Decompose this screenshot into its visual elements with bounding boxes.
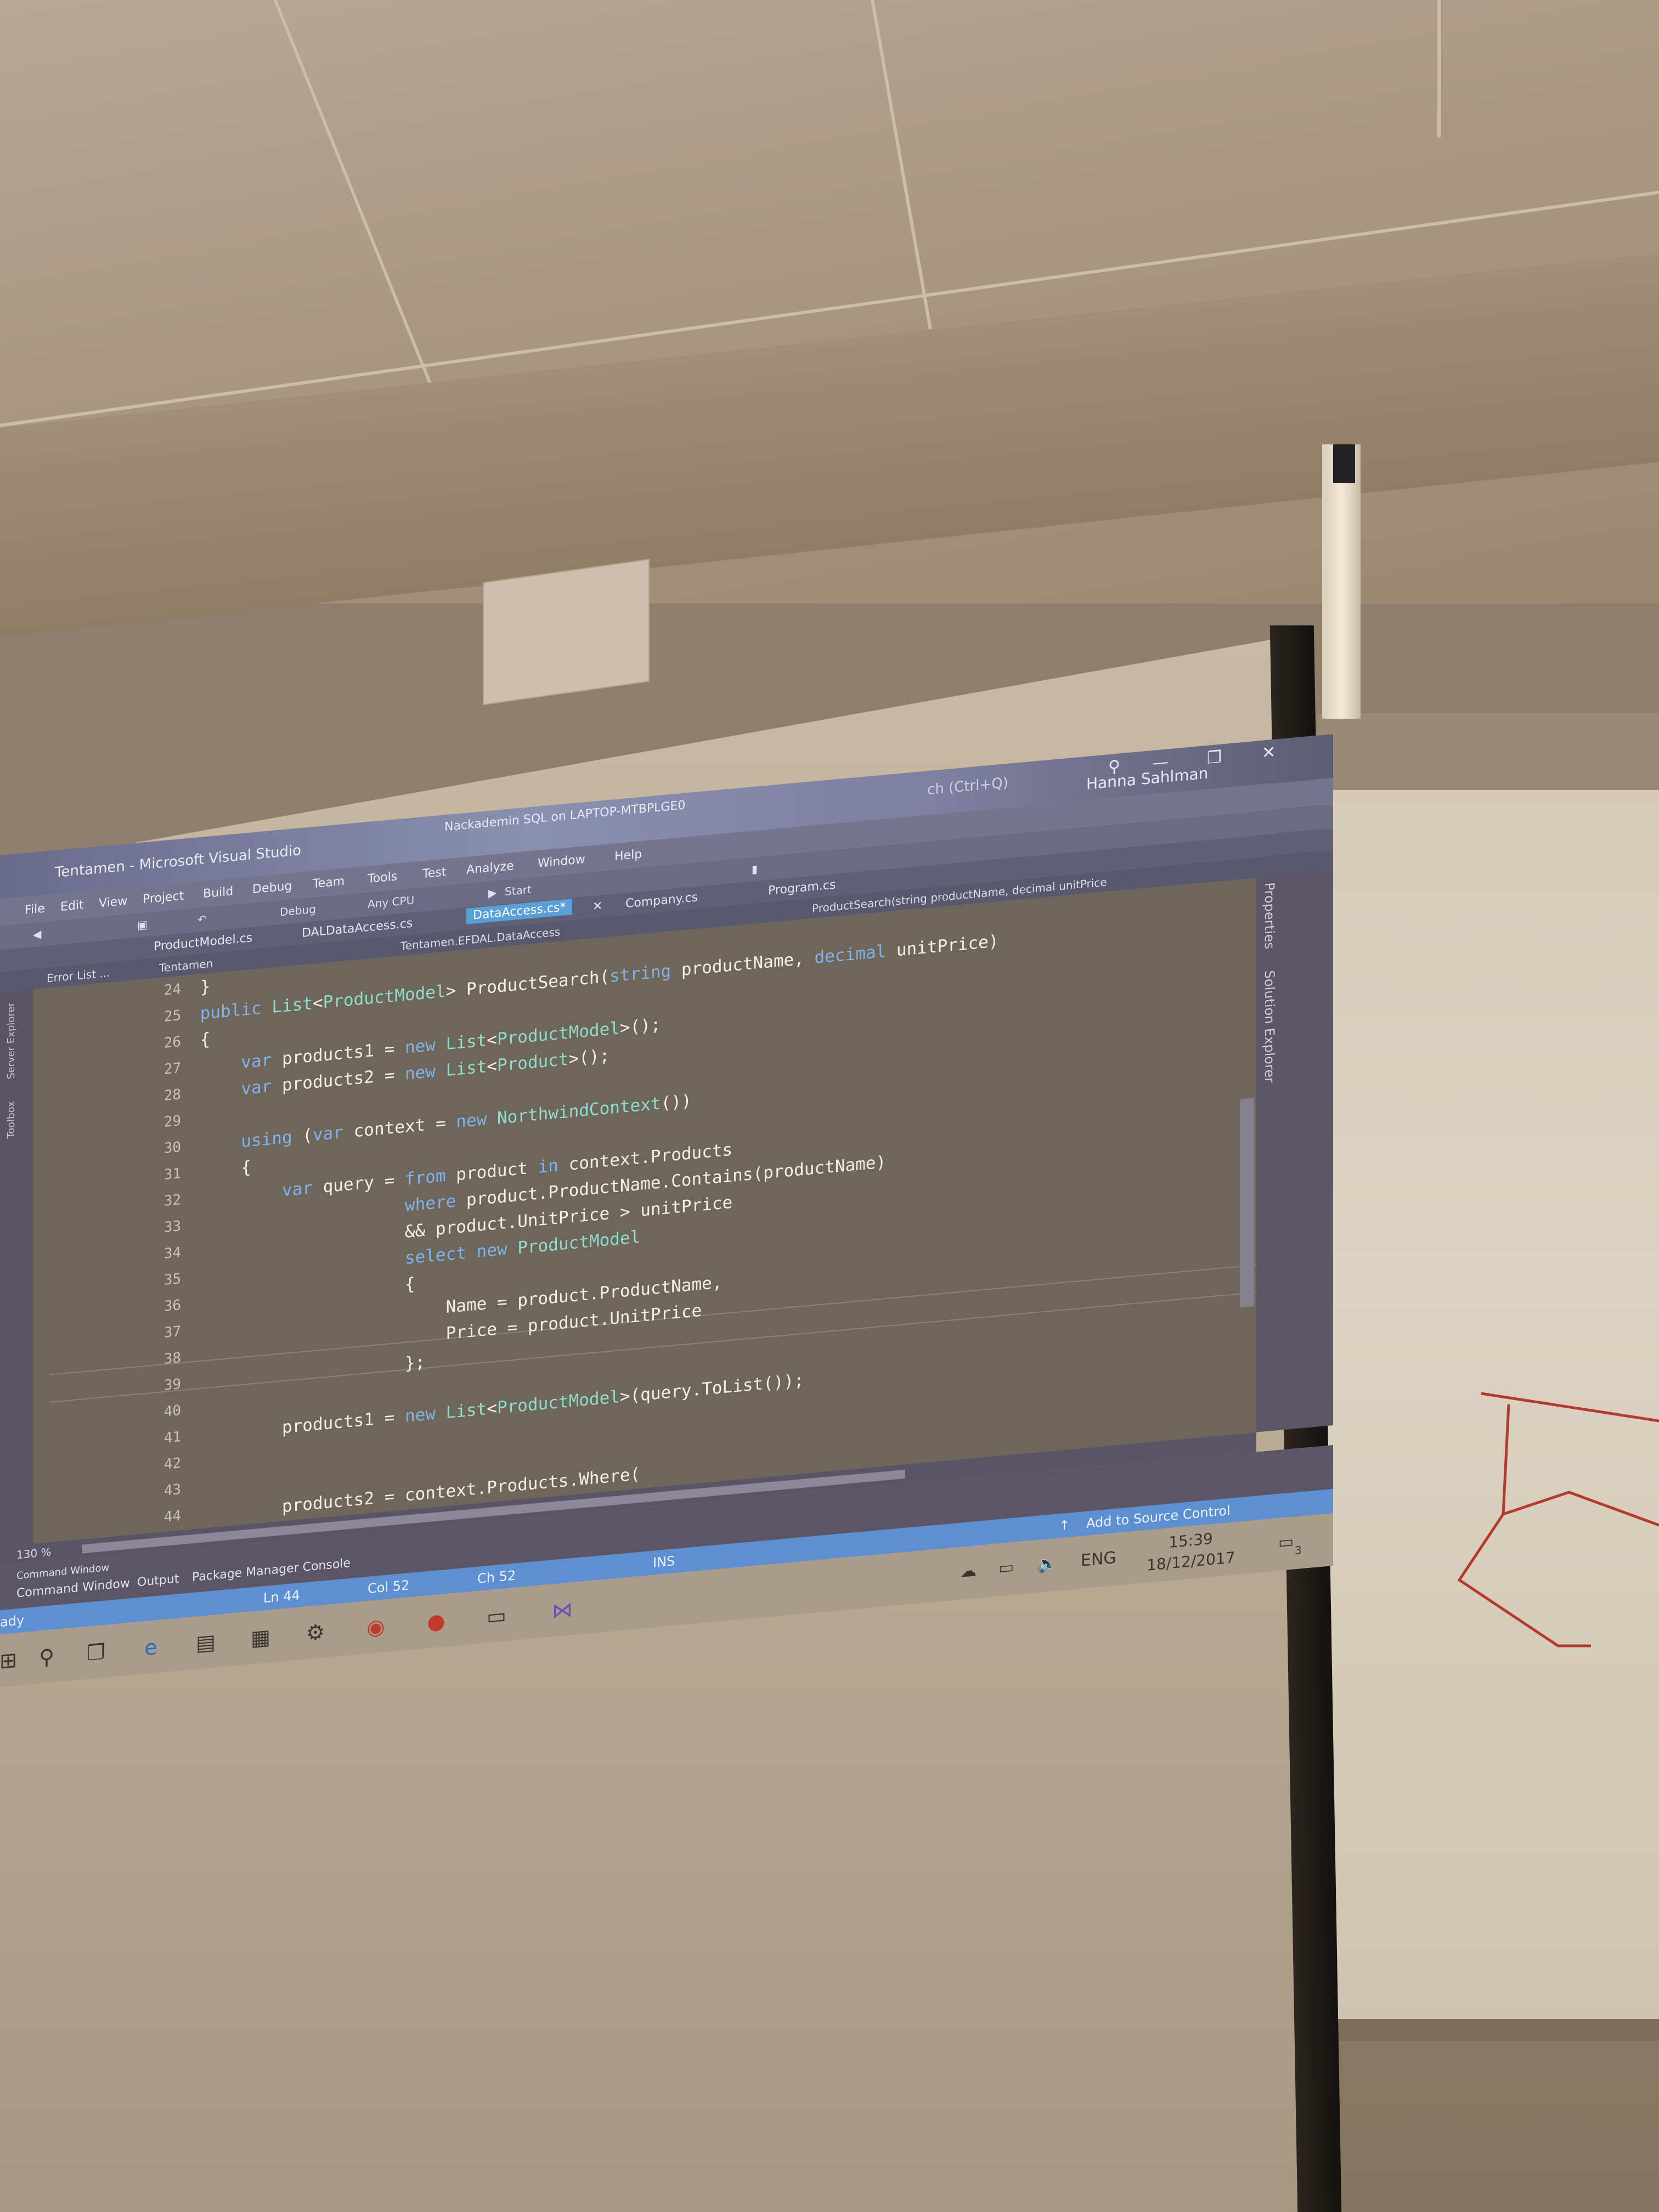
task-view-icon[interactable]: ❐ (82, 1638, 110, 1668)
status-col: Col 52 (368, 1577, 410, 1597)
properties-tab[interactable]: Properties (1262, 882, 1277, 950)
search-icon[interactable]: ⚲ (33, 1642, 60, 1672)
menu-build[interactable]: Build (203, 884, 233, 901)
projected-desktop: Tentamen - Microsoft Visual Studio Nacka… (0, 733, 1333, 1688)
network-icon[interactable]: ▭ (998, 1558, 1014, 1578)
save-icon[interactable]: ▣ (137, 918, 148, 932)
code-editor[interactable]: Server Explorer Toolbox 24 25 26 27 28 29 30 31… (0, 878, 1256, 1657)
edge-icon[interactable]: e (137, 1633, 165, 1663)
server-explorer-tab[interactable]: Server Explorer (5, 1002, 17, 1080)
quick-launch-input[interactable]: ch (Ctrl+Q) (927, 775, 1008, 798)
close-icon[interactable]: ✕ (1262, 742, 1276, 763)
whiteboard-drawing (1457, 1392, 1659, 1647)
tab-close-icon[interactable]: ✕ (592, 899, 602, 914)
volume-icon[interactable]: 🔈 (1037, 1554, 1057, 1575)
ceiling-tile-line (871, 0, 932, 329)
visual-studio-icon[interactable]: ⋈ (549, 1595, 576, 1626)
tab-program[interactable]: Program.cs (768, 878, 836, 898)
right-tool-rail: Properties Solution Explorer (1256, 871, 1333, 1432)
config-dropdown[interactable]: Debug (280, 902, 316, 919)
whiteboard-tray (1328, 2019, 1659, 2041)
menu-window[interactable]: Window (538, 853, 585, 871)
undo-icon[interactable]: ↶ (198, 912, 207, 927)
screen-bracket-cap (1333, 444, 1355, 483)
windows-start-icon[interactable]: ⊞ (0, 1645, 22, 1675)
bookmark-icon[interactable]: ▮ (752, 862, 758, 876)
ceiling-tile-line (1437, 0, 1441, 137)
menu-view[interactable]: View (99, 894, 127, 911)
restore-icon[interactable]: ❐ (1207, 747, 1222, 768)
status-line: Ln 44 (263, 1587, 300, 1606)
onedrive-icon[interactable]: ☁ (960, 1561, 977, 1582)
menu-file[interactable]: File (25, 902, 45, 917)
status-ins: INS (653, 1553, 675, 1571)
projector-housing (483, 558, 650, 706)
status-ch: Ch 52 (477, 1567, 516, 1587)
project-dropdown[interactable]: Tentamen (159, 957, 213, 975)
menu-edit[interactable]: Edit (60, 898, 84, 914)
menu-test[interactable]: Test (422, 865, 446, 881)
solution-explorer-tab[interactable]: Solution Explorer (1262, 969, 1277, 1084)
platform-dropdown[interactable]: Any CPU (368, 893, 414, 911)
source-control-icon[interactable]: ↑ (1059, 1517, 1070, 1534)
error-list-tab[interactable]: Error List ... (47, 966, 110, 985)
ssms-icon[interactable]: ⚙ (302, 1617, 329, 1647)
user-account[interactable]: Hanna Sahlman (1086, 764, 1208, 793)
store-icon[interactable]: ▦ (247, 1623, 274, 1653)
menu-debug[interactable]: Debug (252, 879, 292, 897)
menu-analyze[interactable]: Analyze (466, 859, 514, 877)
menu-help[interactable]: Help (614, 848, 642, 864)
tab-company[interactable]: Company.cs (625, 890, 698, 911)
left-tool-rail: Server Explorer Toolbox (0, 989, 33, 1547)
ceiling-tile-line (273, 0, 432, 384)
menu-project[interactable]: Project (143, 889, 184, 907)
start-icon[interactable]: ▶ (488, 886, 496, 900)
file-explorer-icon[interactable]: ▤ (192, 1628, 219, 1658)
record-icon[interactable]: ● (422, 1606, 450, 1637)
command-window-tab[interactable]: Command Window (16, 1562, 109, 1582)
clock-time[interactable]: 15:39 (1169, 1530, 1213, 1551)
terminal-icon[interactable]: ▭ (483, 1601, 510, 1631)
language-indicator[interactable]: ENG (1081, 1548, 1116, 1571)
zoom-level[interactable]: 130 % (16, 1545, 52, 1562)
line-number-gutter: 24 25 26 27 28 29 30 31 32 33 34 35 36 37 38 39 40 41 42 43… (33, 979, 181, 1657)
menu-team[interactable]: Team (313, 874, 345, 891)
back-icon[interactable]: ◀ (33, 927, 41, 941)
toolbox-tab[interactable]: Toolbox (5, 1101, 17, 1138)
chrome-icon[interactable]: ◉ (362, 1612, 390, 1642)
clock-date[interactable]: 18/12/2017 (1147, 1548, 1235, 1575)
vertical-scrollbar[interactable] (1240, 1098, 1254, 1308)
output-tab[interactable]: Output (137, 1572, 179, 1589)
start-button[interactable]: Start (505, 883, 532, 898)
status-ready: ady (0, 1612, 25, 1630)
screen-bracket (1322, 444, 1361, 719)
menu-tools[interactable]: Tools (368, 870, 397, 886)
notifications-icon[interactable]: ▭ (1278, 1532, 1294, 1553)
notification-count: 3 (1295, 1543, 1302, 1558)
